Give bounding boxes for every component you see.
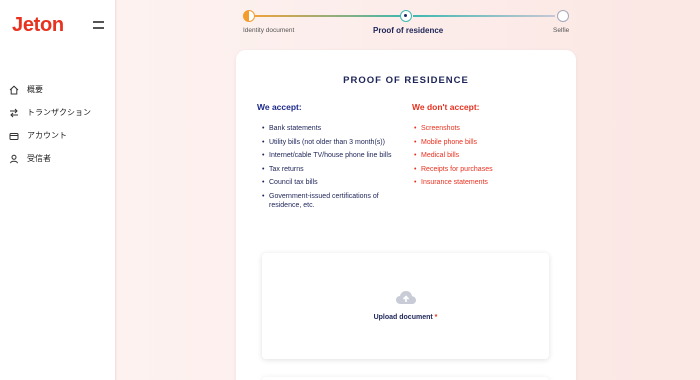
user-icon (9, 154, 19, 164)
sidebar-item-label: アカウント (27, 131, 67, 140)
sidebar-item-overview[interactable]: 概要 (9, 78, 91, 101)
card-title: PROOF OF RESIDENCE (343, 75, 469, 86)
list-item: Mobile phone bills (414, 138, 544, 147)
accept-heading: We accept: (257, 102, 302, 112)
list-item: Medical bills (414, 151, 544, 160)
hamburger-menu-icon[interactable] (93, 21, 104, 29)
list-item: Insurance statements (414, 178, 544, 187)
wallet-icon (9, 131, 19, 141)
sidebar-item-recipients[interactable]: 受信者 (9, 147, 91, 170)
sidebar-item-label: 概要 (27, 85, 43, 94)
list-item: Council tax bills (262, 178, 412, 187)
step-selfie-dot[interactable] (557, 10, 569, 22)
step-label-identity-document: Identity document (243, 27, 295, 34)
list-item: Bank statements (262, 124, 412, 133)
rejected-documents-list: Screenshots Mobile phone bills Medical b… (414, 124, 544, 192)
sidebar-item-transactions[interactable]: トランザクション (9, 101, 91, 124)
list-item: Government-issued certifications of resi… (262, 192, 412, 210)
upload-document-label: Upload document * (262, 314, 549, 321)
list-item: Screenshots (414, 124, 544, 133)
list-item: Tax returns (262, 165, 412, 174)
list-item: Utility bills (not older than 3 month(s)… (262, 138, 412, 147)
reject-heading: We don't accept: (412, 102, 480, 112)
verification-stepper: Identity document Proof of residence Sel… (243, 8, 573, 38)
list-item: Receipts for purchases (414, 165, 544, 174)
transfer-arrows-icon (9, 108, 19, 118)
proof-of-residence-card: PROOF OF RESIDENCE We accept: We don't a… (236, 50, 576, 380)
jeton-logo[interactable]: Jeton (12, 14, 64, 37)
step-label-proof-of-residence: Proof of residence (373, 26, 444, 35)
sidebar-item-accounts[interactable]: アカウント (9, 124, 91, 147)
list-item: Internet/cable TV/house phone line bills (262, 151, 412, 160)
step-identity-document-dot[interactable] (243, 10, 255, 22)
stepper-progress-line (413, 15, 555, 17)
sidebar: Jeton 概要 トランザクション アカウント 受信者 (0, 0, 116, 380)
sidebar-item-label: トランザクション (27, 108, 91, 117)
sidebar-item-label: 受信者 (27, 154, 51, 163)
cloud-upload-icon (395, 289, 417, 307)
sidebar-nav: 概要 トランザクション アカウント 受信者 (9, 78, 91, 170)
home-icon (9, 85, 19, 95)
step-label-selfie: Selfie (553, 27, 570, 34)
accepted-documents-list: Bank statements Utility bills (not older… (262, 124, 412, 215)
required-asterisk: * (434, 314, 438, 321)
upload-document-dropzone[interactable]: Upload document * (262, 253, 549, 359)
upload-label-text: Upload document (373, 314, 433, 321)
step-proof-of-residence-dot[interactable] (400, 10, 412, 22)
stepper-progress-line (251, 15, 406, 17)
